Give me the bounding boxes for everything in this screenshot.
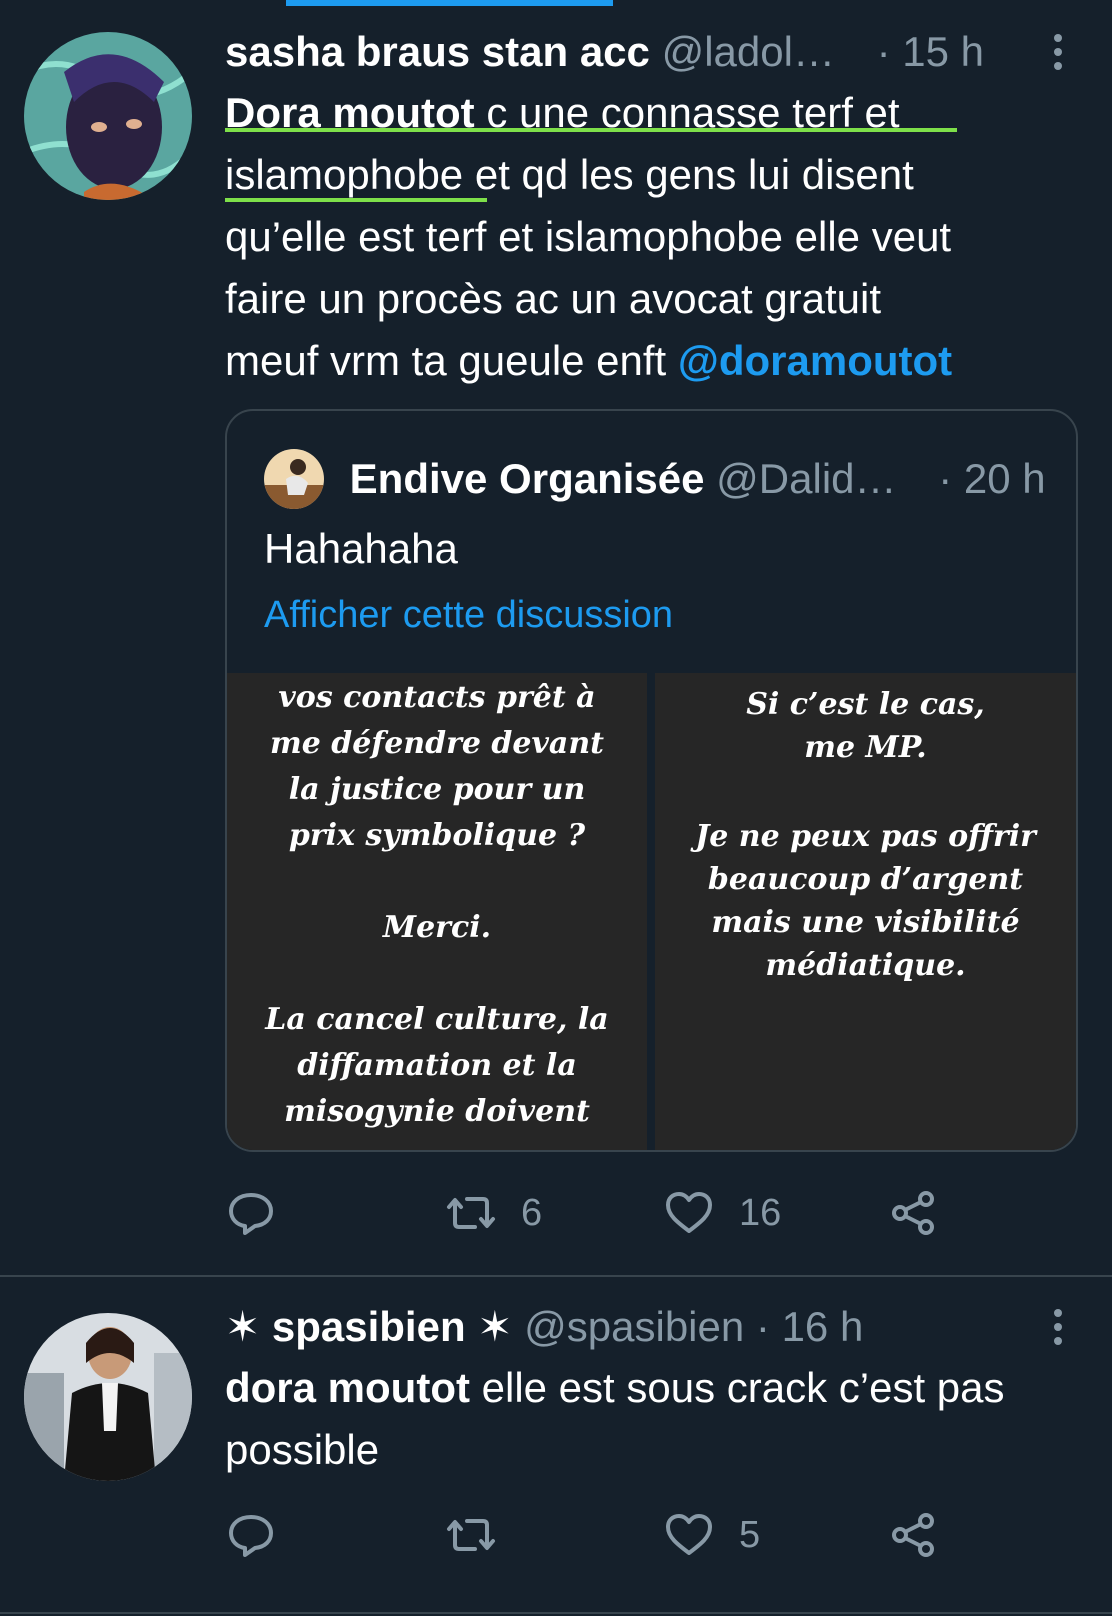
tweet[interactable]: sasha braus stan acc @ladol… · 15 h Dora…	[0, 0, 1112, 1275]
retweet-count: 6	[521, 1191, 543, 1234]
quoted-tweet[interactable]: Endive Organisée @Dalid… · 20 h Hahahaha…	[225, 409, 1078, 1152]
separator: ·	[755, 1303, 770, 1350]
tweet[interactable]: ✶ spasibien ✶ @spasibien · 16 h dora mou…	[0, 1277, 1112, 1616]
tweet-actions: 5	[225, 1500, 1112, 1570]
story-text: vos contacts prêt à me défendre devant l…	[265, 680, 609, 1129]
quote-header: Endive Organisée @Dalid… · 20 h	[264, 449, 1046, 509]
more-options-icon[interactable]	[1046, 30, 1070, 74]
retweet-icon	[447, 1519, 495, 1551]
share-icon	[892, 1191, 934, 1235]
quote-media[interactable]: vos contacts prêt à me défendre devant l…	[227, 673, 1076, 1150]
timestamp: 20 h	[963, 455, 1046, 502]
share-button[interactable]	[888, 1178, 940, 1248]
media-image-right[interactable]: Si c’est le cas, me MP. Je ne peux pas o…	[655, 673, 1076, 1150]
highlight-underline	[225, 198, 487, 202]
display-name[interactable]: ✶ spasibien ✶	[225, 1303, 512, 1350]
display-name[interactable]: Endive Organisée	[350, 455, 705, 502]
like-icon	[666, 1514, 712, 1555]
tweet-actions: 6 16	[225, 1178, 1112, 1248]
reply-button[interactable]	[225, 1500, 301, 1570]
reply-icon	[229, 1515, 273, 1557]
tweet-text: dora moutot elle est sous crack c’est pa…	[225, 1364, 1005, 1473]
story-text: Si c’est le cas, me MP. Je ne peux pas o…	[695, 687, 1036, 983]
user-handle[interactable]: @spasibien	[524, 1303, 744, 1350]
like-count: 16	[739, 1191, 782, 1234]
display-name[interactable]: sasha braus stan acc	[225, 28, 650, 75]
tweet-text: Dora moutot c une connasse terf et islam…	[225, 82, 1078, 392]
reply-button[interactable]	[225, 1178, 301, 1248]
timestamp[interactable]: 15 h	[902, 28, 984, 75]
user-handle[interactable]: @Dalid…	[716, 455, 896, 502]
avatar[interactable]	[264, 449, 324, 509]
tweet-header: sasha braus stan acc @ladol… · 15 h	[225, 22, 1078, 82]
media-image-left[interactable]: vos contacts prêt à me défendre devant l…	[227, 673, 647, 1150]
mention-link[interactable]: @doramoutot	[678, 337, 952, 384]
avatar[interactable]	[24, 32, 192, 200]
more-options-icon[interactable]	[1046, 1305, 1070, 1349]
quote-text: Hahahaha	[264, 525, 458, 572]
like-button[interactable]: 5	[663, 1500, 760, 1570]
like-icon	[666, 1192, 712, 1233]
share-icon	[892, 1513, 934, 1557]
tweet-header: ✶ spasibien ✶ @spasibien · 16 h	[225, 1297, 1078, 1357]
separator: ·	[938, 455, 953, 502]
retweet-button[interactable]	[445, 1500, 521, 1570]
highlight-underline	[225, 128, 957, 132]
reply-icon	[229, 1193, 273, 1235]
separator: ·	[876, 28, 891, 75]
user-handle[interactable]: @ladol…	[662, 28, 835, 75]
retweet-button[interactable]: 6	[445, 1178, 542, 1248]
share-button[interactable]	[888, 1500, 940, 1570]
retweet-icon	[447, 1197, 495, 1229]
timestamp[interactable]: 16 h	[782, 1303, 864, 1350]
like-count: 5	[739, 1513, 761, 1556]
avatar[interactable]	[24, 1313, 192, 1481]
like-button[interactable]: 16	[663, 1178, 781, 1248]
show-thread-link[interactable]: Afficher cette discussion	[264, 587, 673, 643]
tweet-divider	[0, 1612, 1112, 1614]
